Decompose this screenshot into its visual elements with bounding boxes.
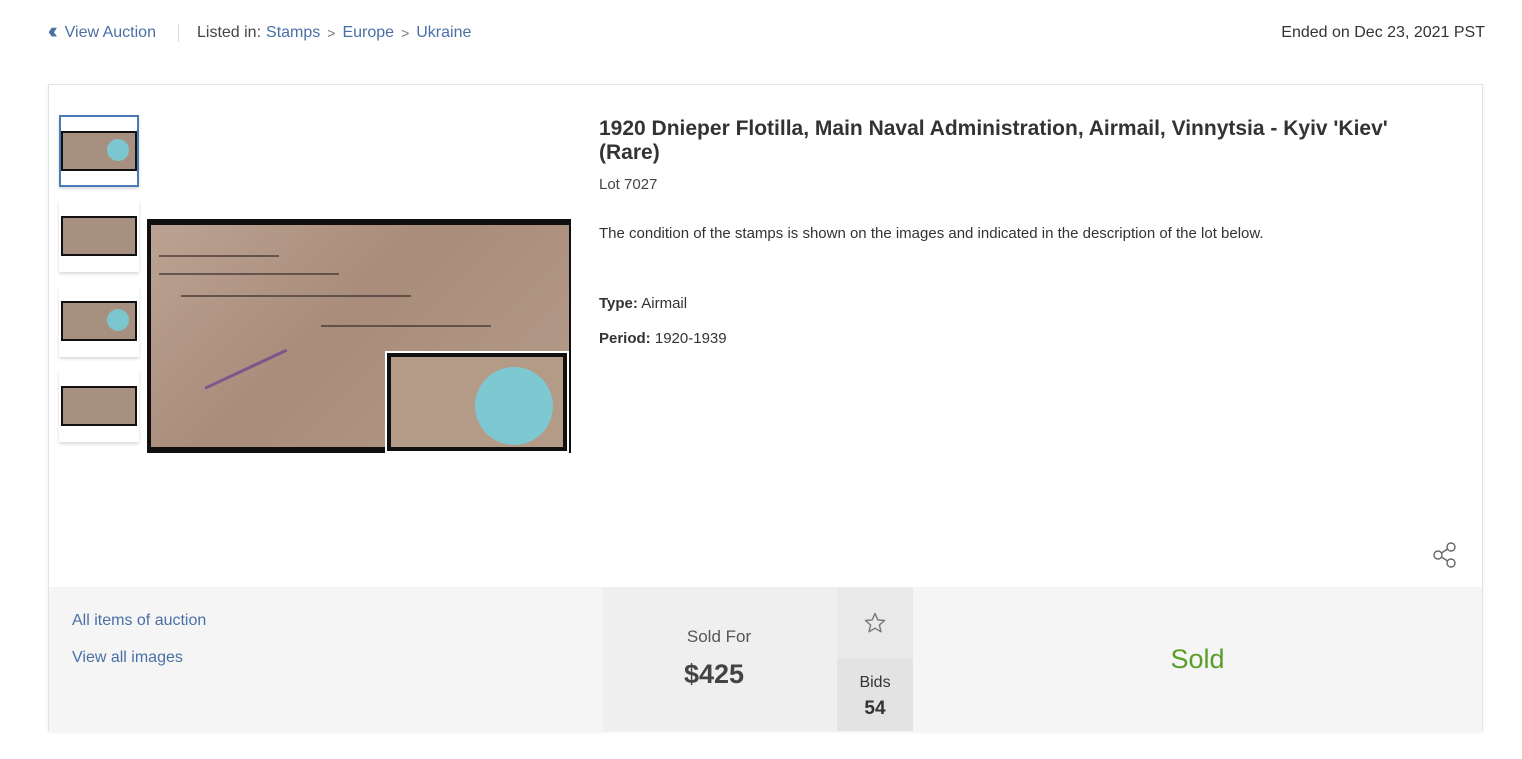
stamp-closeup-inset: [385, 351, 569, 453]
bids-label: Bids: [859, 674, 891, 691]
share-icon[interactable]: [1431, 541, 1459, 569]
sold-for-label: Sold For: [686, 627, 752, 646]
main-lot-image[interactable]: [147, 219, 571, 453]
thumbnail-1[interactable]: [59, 115, 139, 187]
bids-box: Bids 54: [837, 659, 913, 731]
period-value: 1920-1939: [654, 330, 727, 347]
lot-card: 1920 Dnieper Flotilla, Main Naval Admini…: [48, 84, 1483, 731]
thumbnail-3[interactable]: [59, 285, 139, 357]
sold-for-box: Sold For $425: [603, 587, 837, 731]
view-auction-link[interactable]: ‹‹ View Auction: [48, 18, 156, 43]
watchlist-button[interactable]: [837, 587, 913, 659]
all-items-link[interactable]: All items of auction: [72, 612, 206, 630]
thumbnail-image: [61, 386, 137, 426]
type-field: Type: Airmail: [599, 295, 687, 312]
period-field: Period: 1920-1939: [599, 330, 727, 347]
double-chevron-left-icon: ‹‹: [48, 18, 57, 43]
breadcrumb-ukraine[interactable]: Ukraine: [416, 24, 471, 42]
status-badge: Sold: [1170, 643, 1225, 674]
lot-title: 1920 Dnieper Flotilla, Main Naval Admini…: [599, 117, 1388, 164]
thumbnail-image: [61, 301, 137, 341]
trident-seal-icon: [475, 367, 553, 445]
lot-number: Lot 7027: [599, 176, 658, 193]
bids-count: 54: [864, 698, 886, 719]
breadcrumb-europe[interactable]: Europe: [342, 24, 394, 42]
star-outline-icon: [864, 612, 886, 633]
breadcrumb-stamps[interactable]: Stamps: [266, 24, 320, 42]
thumbnail-image: [61, 131, 137, 171]
breadcrumb-separator: >: [401, 25, 410, 41]
breadcrumb-separator: >: [327, 25, 336, 41]
top-bar: ‹‹ View Auction Listed in: Stamps > Euro…: [48, 20, 1485, 46]
type-value: Airmail: [641, 295, 688, 312]
listed-in-label: Listed in:: [196, 24, 262, 41]
sold-price: $425: [683, 659, 745, 689]
bidding-panel: All items of auction View all images Sol…: [49, 587, 1482, 731]
lot-description: The condition of the stamps is shown on …: [599, 225, 1264, 242]
thumbnail-4[interactable]: [59, 370, 139, 442]
thumbnail-image: [61, 216, 137, 256]
view-auction-label: View Auction: [64, 24, 156, 41]
ended-date: Ended on Dec 23, 2021 PST: [1281, 24, 1485, 41]
period-label: Period:: [599, 330, 651, 347]
view-all-images-link[interactable]: View all images: [72, 649, 183, 667]
divider: [177, 24, 179, 42]
type-label: Type:: [599, 295, 638, 312]
thumbnail-2[interactable]: [59, 200, 139, 272]
thumbnail-list: [59, 115, 139, 455]
